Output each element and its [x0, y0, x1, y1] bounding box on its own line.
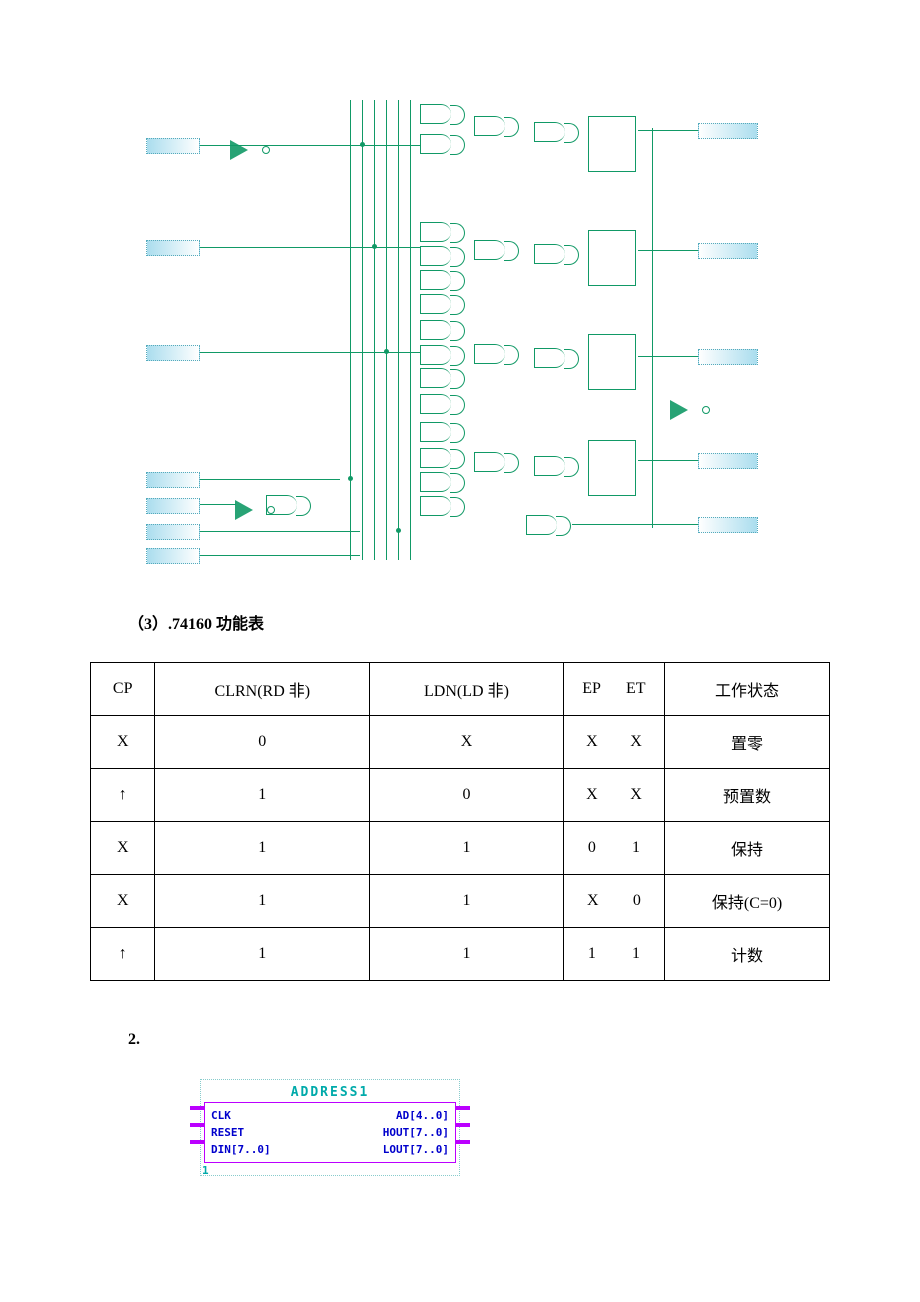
inverter-icon: [235, 500, 253, 520]
and-gate-icon: [420, 394, 451, 414]
inverter-icon: [230, 140, 248, 160]
table-row: X0XXX置零: [91, 716, 830, 769]
input-port: [146, 345, 200, 361]
flipflop-icon: [588, 230, 636, 286]
flipflop-icon: [588, 116, 636, 172]
and-gate-icon: [420, 345, 451, 365]
input-port: [146, 498, 200, 514]
or-gate-icon: [534, 348, 565, 368]
section-number: 2.: [128, 1031, 792, 1049]
or-gate-icon: [474, 452, 505, 472]
or-gate-icon: [474, 116, 505, 136]
pin-clk: CLK: [211, 1109, 231, 1122]
and-gate-icon: [420, 104, 451, 124]
module-block: ADDRESS1 CLK AD[4..0] RESET HOUT[7..0] DIN…: [200, 1079, 460, 1176]
input-port: [146, 548, 200, 564]
col-state: 工作状态: [665, 663, 830, 716]
and-gate-icon: [420, 472, 451, 492]
pin-connector-icon: [190, 1104, 204, 1112]
input-port: [146, 472, 200, 488]
output-port: [698, 123, 758, 139]
col-cp: CP: [91, 663, 155, 716]
table-row: ↑10XX预置数: [91, 769, 830, 822]
pin-reset: RESET: [211, 1126, 244, 1139]
pin-lout: LOUT[7..0]: [383, 1143, 449, 1156]
pin-ad: AD[4..0]: [396, 1109, 449, 1122]
col-ep-et: EPET: [563, 663, 664, 716]
output-port: [698, 349, 758, 365]
input-port: [146, 240, 200, 256]
pin-connector-icon: [456, 1121, 470, 1129]
and-gate-icon: [420, 134, 451, 154]
pin-din: DIN[7..0]: [211, 1143, 271, 1156]
or-gate-icon: [474, 240, 505, 260]
or-gate-icon: [474, 344, 505, 364]
input-port: [146, 524, 200, 540]
block-index: 1: [202, 1164, 209, 1177]
and-gate-icon: [420, 270, 451, 290]
output-port: [698, 517, 758, 533]
and-gate-icon: [420, 246, 451, 266]
flipflop-icon: [588, 440, 636, 496]
circuit-schematic: [130, 100, 790, 580]
or-gate-icon: [534, 244, 565, 264]
table-row: X11X0保持(C=0): [91, 875, 830, 928]
and-gate-icon: [420, 320, 451, 340]
table-row: X1101保持: [91, 822, 830, 875]
output-port: [698, 243, 758, 259]
input-port: [146, 138, 200, 154]
and-gate-icon: [420, 422, 451, 442]
and-gate-icon: [266, 495, 297, 515]
pin-hout: HOUT[7..0]: [383, 1126, 449, 1139]
and-gate-icon: [420, 448, 451, 468]
function-table: CP CLRN(RD 非) LDN(LD 非) EPET 工作状态 X0XXX置…: [90, 662, 830, 981]
pin-connector-icon: [190, 1138, 204, 1146]
output-port: [698, 453, 758, 469]
or-gate-icon: [534, 456, 565, 476]
table-row: ↑1111计数: [91, 928, 830, 981]
flipflop-icon: [588, 334, 636, 390]
block-title: ADDRESS1: [204, 1083, 456, 1102]
col-ldn: LDN(LD 非): [370, 663, 564, 716]
col-clrn: CLRN(RD 非): [155, 663, 370, 716]
section-heading: （3）.74160 功能表: [128, 610, 792, 634]
table-header-row: CP CLRN(RD 非) LDN(LD 非) EPET 工作状态: [91, 663, 830, 716]
and-gate-icon: [420, 294, 451, 314]
and-gate-icon: [420, 496, 451, 516]
and-gate-icon: [420, 222, 451, 242]
pin-connector-icon: [456, 1138, 470, 1146]
and-gate-icon: [526, 515, 557, 535]
or-gate-icon: [534, 122, 565, 142]
inverter-icon: [670, 400, 688, 420]
pin-connector-icon: [190, 1121, 204, 1129]
and-gate-icon: [420, 368, 451, 388]
pin-connector-icon: [456, 1104, 470, 1112]
